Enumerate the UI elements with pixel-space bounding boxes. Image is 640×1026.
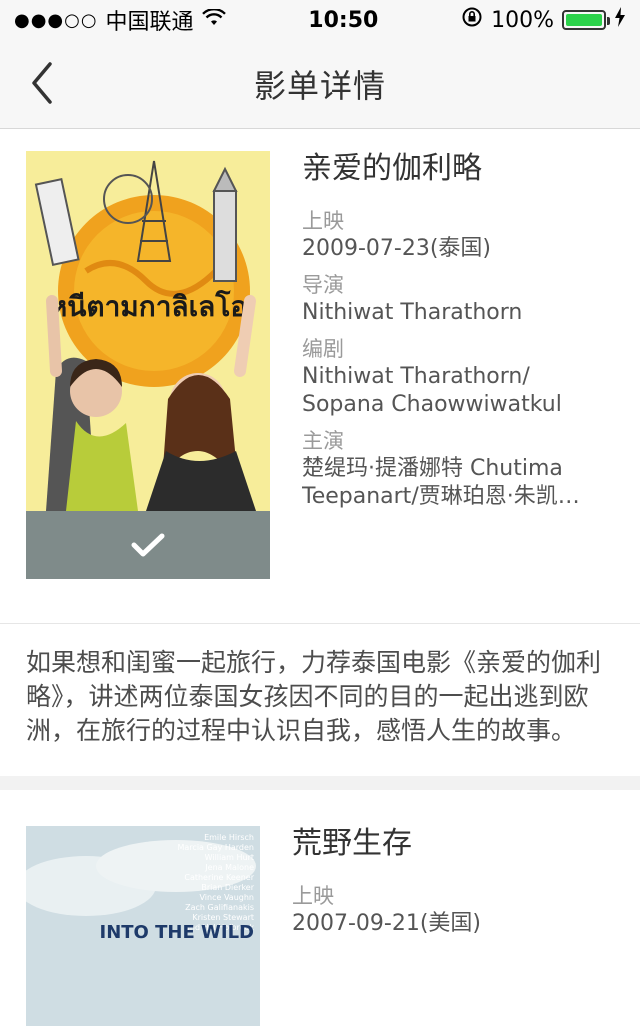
orientation-lock-icon [461,6,483,34]
poster-title-text: INTO THE WILD [100,922,254,943]
movie-title[interactable]: 荒野生存 [292,826,614,862]
chevron-left-icon [32,62,52,104]
movie-poster[interactable]: หนีตามกาลิเลโอ [26,151,270,511]
battery-icon [561,10,610,30]
navigation-bar: 影单详情 [0,40,640,129]
poster-credit: Marcia Gay Harden [178,843,255,852]
poster-credit: William Hurt [205,853,254,862]
charging-icon [614,7,626,33]
poster-artwork: หนีตามกาลิเลโอ [26,151,270,511]
poster-artwork: Emile Hirsch Marcia Gay Harden William H… [26,826,260,1026]
poster-credit: Brian Dierker [201,883,254,892]
movie-header: หนีตามกาลิเลโอ 亲爱的伽利略 上映 2009-07-23(泰国) … [0,129,640,623]
writer-value: Nithiwat Tharathorn/ Sopana Chaowwiwatku… [302,364,562,417]
movie-description: 如果想和闺蜜一起旅行，力荐泰国电影《亲爱的伽利略》，讲述两位泰国女孩因不同的目的… [0,623,640,776]
cast-value: 楚缇玛·提潘娜特 Chutima Teepanart/贾琳珀恩·朱凯… [302,456,580,509]
signal-strength: ●●●○○ [14,9,98,31]
release-value: 2007-09-21(美国) [292,911,482,936]
poster-credit: Kristen Stewart [192,913,254,922]
select-toggle[interactable] [26,511,270,579]
movie-poster[interactable]: Emile Hirsch Marcia Gay Harden William H… [26,826,260,1026]
movie-info: 亲爱的伽利略 上映 2009-07-23(泰国) 导演 Nithiwat Tha… [270,151,614,579]
checkmark-icon [131,533,165,557]
poster-title-text: หนีตามกาลิเลโอ [49,289,247,323]
poster-credit: Catherine Keener [184,873,254,882]
page-title: 影单详情 [253,67,386,105]
poster-container: หนีตามกาลิเลโอ [26,151,270,579]
poster-credit: Vince Vaughn [200,893,255,902]
poster-credit: Zach Galifianakis [185,903,254,912]
status-bar: ●●●○○ 中国联通 10:50 100% [0,0,640,40]
status-time: 10:50 [308,7,379,33]
director-value: Nithiwat Tharathorn [302,300,523,325]
movie-card[interactable]: Emile Hirsch Marcia Gay Harden William H… [0,790,640,1026]
cast-label: 主演 [302,429,344,453]
movie-info: 荒野生存 上映 2007-09-21(美国) [260,826,614,1026]
back-button[interactable] [22,58,66,108]
release-value: 2009-07-23(泰国) [302,236,492,261]
section-divider [0,776,640,790]
release-label: 上映 [292,884,334,908]
writer-label: 编剧 [302,337,344,361]
movie-title[interactable]: 亲爱的伽利略 [302,151,614,187]
battery-percent: 100% [491,7,554,33]
carrier-name: 中国联通 [105,10,194,35]
poster-credit: Emile Hirsch [204,833,254,842]
poster-credit: Jena Malone [204,863,254,872]
status-left: ●●●○○ 中国联通 [14,4,226,36]
director-label: 导演 [302,273,344,297]
release-label: 上映 [302,209,344,233]
wifi-icon [201,7,226,33]
status-right: 100% [461,6,626,34]
movie-card[interactable]: หนีตามกาลิเลโอ 亲爱的伽利略 上映 2009-07-23(泰国) … [0,129,640,776]
